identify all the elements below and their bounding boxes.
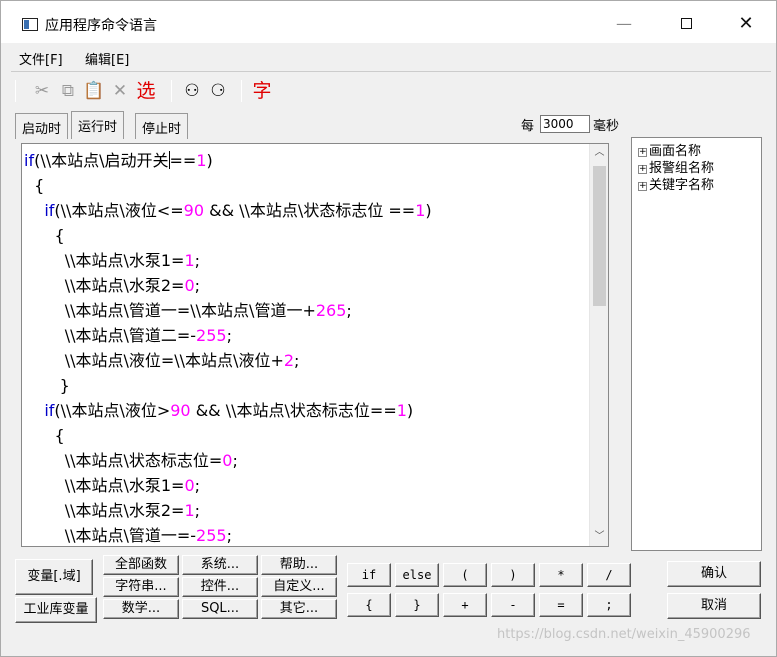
- code-line[interactable]: \\本站点\水泵1=1;: [24, 248, 432, 273]
- op-if-button[interactable]: if: [347, 563, 391, 587]
- op-plus-button[interactable]: +: [443, 593, 487, 617]
- system-functions-button[interactable]: 系统...: [182, 555, 258, 575]
- op-semicolon-button[interactable]: ;: [587, 593, 631, 617]
- binoculars-icon[interactable]: ⚇: [181, 80, 203, 102]
- close-button[interactable]: ✕: [723, 9, 769, 39]
- copy-icon[interactable]: ⧉: [57, 80, 79, 102]
- op-else-button[interactable]: else: [395, 563, 439, 587]
- text-caret: [168, 151, 170, 169]
- other-functions-button[interactable]: 其它...: [261, 599, 337, 619]
- sql-functions-button[interactable]: SQL...: [182, 599, 258, 619]
- expand-icon[interactable]: +: [638, 182, 647, 191]
- interval-input[interactable]: [540, 115, 590, 133]
- code-line[interactable]: if(\\本站点\启动开关==1): [24, 148, 432, 173]
- app-icon: [22, 18, 38, 31]
- toolbar: ✂ ⧉ 📋 ✕ 选 ⚇ ⚆ 字: [11, 71, 771, 109]
- tab-startup[interactable]: 启动时: [15, 113, 69, 139]
- code-line[interactable]: \\本站点\管道一=-255;: [24, 523, 432, 546]
- interval-prefix: 每: [521, 119, 535, 134]
- scroll-up-icon[interactable]: ︿: [590, 144, 608, 162]
- op-equals-button[interactable]: =: [539, 593, 583, 617]
- toolbar-separator: [241, 80, 242, 102]
- op-divide-button[interactable]: /: [587, 563, 631, 587]
- code-text[interactable]: if(\\本站点\启动开关==1) { if(\\本站点\液位<=90 && \…: [24, 148, 432, 546]
- name-tree: + 画面名称 + 报警组名称 + 关键字名称: [631, 137, 762, 551]
- code-line[interactable]: \\本站点\液位=\\本站点\液位+2;: [24, 348, 432, 373]
- expand-icon[interactable]: +: [638, 148, 647, 157]
- code-line[interactable]: if(\\本站点\液位<=90 && \\本站点\状态标志位 ==1): [24, 198, 431, 223]
- toolbar-separator: [171, 80, 172, 102]
- code-line[interactable]: \\本站点\水泵2=1;: [24, 498, 432, 523]
- code-line[interactable]: \\本站点\管道一=\\本站点\管道一+265;: [24, 298, 432, 323]
- custom-functions-button[interactable]: 自定义...: [261, 577, 337, 597]
- code-line[interactable]: \\本站点\状态标志位=0;: [24, 448, 432, 473]
- app-window: 应用程序命令语言 — ✕ 文件[F] 编辑[E] ✂ ⧉ 📋 ✕ 选 ⚇ ⚆ 字…: [0, 0, 777, 657]
- window-title: 应用程序命令语言: [45, 18, 157, 34]
- tab-stop[interactable]: 停止时: [135, 113, 189, 139]
- interval-unit: 毫秒: [593, 119, 620, 134]
- font-button[interactable]: 字: [251, 80, 273, 102]
- delete-x-icon[interactable]: ✕: [109, 80, 131, 102]
- paste-icon[interactable]: 📋: [83, 80, 105, 102]
- menu-file[interactable]: 文件[F]: [19, 49, 63, 68]
- control-functions-button[interactable]: 控件...: [182, 577, 258, 597]
- watermark: https://blog.csdn.net/weixin_45900296: [497, 627, 751, 642]
- op-lbrace-button[interactable]: {: [347, 593, 391, 617]
- tree-item-keywords[interactable]: + 关键字名称: [638, 174, 714, 193]
- tab-running[interactable]: 运行时: [71, 111, 125, 139]
- code-line[interactable]: if(\\本站点\液位>90 && \\本站点\状态标志位==1): [24, 398, 432, 423]
- code-line[interactable]: {: [24, 223, 432, 248]
- scroll-down-icon[interactable]: ﹀: [590, 528, 608, 546]
- help-button[interactable]: 帮助...: [261, 555, 337, 575]
- code-line[interactable]: \\本站点\水泵1=0;: [24, 473, 432, 498]
- menu-edit[interactable]: 编辑[E]: [85, 49, 129, 68]
- op-multiply-button[interactable]: *: [539, 563, 583, 587]
- code-line[interactable]: \\本站点\水泵2=0;: [24, 273, 432, 298]
- string-functions-button[interactable]: 字符串...: [103, 577, 179, 597]
- binoculars-replace-icon[interactable]: ⚆: [207, 80, 229, 102]
- variable-field-button[interactable]: 变量[.域]: [15, 559, 93, 595]
- op-rparen-button[interactable]: ): [491, 563, 535, 587]
- industrial-lib-variable-button[interactable]: 工业库变量: [15, 597, 97, 623]
- op-rbrace-button[interactable]: }: [395, 593, 439, 617]
- op-minus-button[interactable]: -: [491, 593, 535, 617]
- maximize-button[interactable]: [663, 9, 709, 39]
- select-button[interactable]: 选: [135, 80, 157, 102]
- code-editor[interactable]: if(\\本站点\启动开关==1) { if(\\本站点\液位<=90 && \…: [21, 143, 609, 547]
- scroll-thumb[interactable]: [593, 166, 606, 306]
- menu-bar: 文件[F] 编辑[E]: [1, 43, 776, 69]
- confirm-button[interactable]: 确认: [667, 561, 761, 587]
- code-line[interactable]: {: [24, 173, 432, 198]
- title-bar: 应用程序命令语言 — ✕: [1, 1, 776, 43]
- minimize-button[interactable]: —: [601, 9, 647, 39]
- code-line[interactable]: \\本站点\管道二=-255;: [24, 323, 432, 348]
- code-line[interactable]: {: [24, 423, 432, 448]
- expand-icon[interactable]: +: [638, 165, 647, 174]
- maximize-icon: [680, 18, 692, 29]
- cancel-button[interactable]: 取消: [667, 593, 761, 619]
- vertical-scrollbar[interactable]: ︿ ﹀: [589, 144, 608, 546]
- math-functions-button[interactable]: 数学...: [103, 599, 179, 619]
- toolbar-grip: [15, 80, 16, 102]
- op-lparen-button[interactable]: (: [443, 563, 487, 587]
- scissors-icon[interactable]: ✂: [31, 80, 53, 102]
- code-line[interactable]: }: [24, 373, 432, 398]
- all-functions-button[interactable]: 全部函数: [103, 555, 179, 575]
